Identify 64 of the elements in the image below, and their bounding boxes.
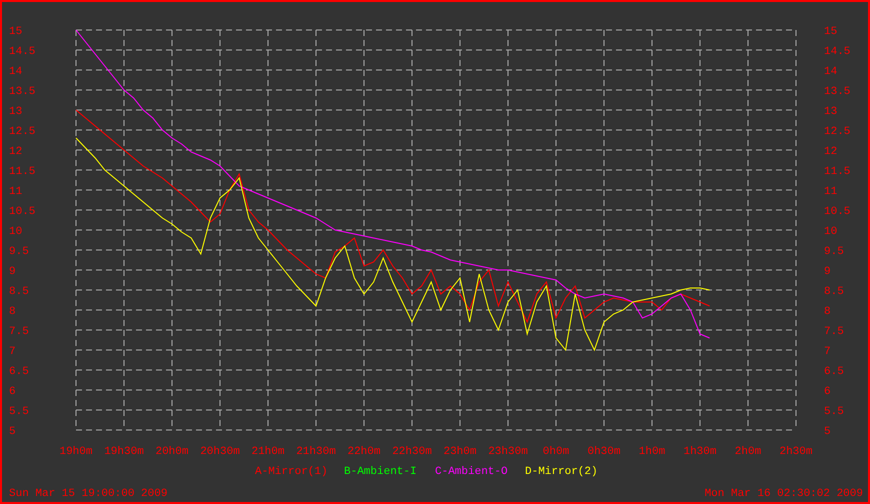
axis-label: 9	[9, 266, 16, 278]
legend-label: C-Ambient-O	[435, 466, 508, 478]
axis-label: 0h0m	[542, 446, 570, 458]
axis-label: 6	[9, 386, 16, 398]
axis-label: 21h0m	[252, 446, 284, 458]
axis-label: 10	[9, 226, 22, 238]
axis-label: 14.5	[9, 46, 36, 58]
axis-label: 6.5	[9, 366, 29, 378]
axis-label: 0h30m	[588, 446, 620, 458]
axis-label: 19h0m	[60, 446, 92, 458]
axis-label: 6	[824, 386, 831, 398]
axis-label: 9	[824, 266, 831, 278]
axis-label: 15	[824, 26, 838, 38]
axis-label: 20h30m	[200, 446, 240, 458]
axis-label: 23h30m	[488, 446, 528, 458]
axis-label: 1h30m	[684, 446, 716, 458]
axis-label: 12	[824, 146, 838, 158]
axis-label: 11	[824, 186, 838, 198]
axis-label: 14	[824, 66, 838, 78]
axis-label: 14.5	[824, 46, 850, 58]
axis-label: 5.5	[824, 406, 844, 418]
axis-label: 8.5	[824, 286, 844, 298]
axis-label: 15	[9, 26, 22, 38]
axis-label: 13	[824, 106, 838, 118]
axis-label: 13.5	[9, 86, 36, 98]
axis-label: 19h30m	[104, 446, 144, 458]
axis-label: 13.5	[824, 86, 850, 98]
axis-label: 12.5	[9, 126, 36, 138]
axis-label: 10.5	[824, 206, 850, 218]
axis-label: 2h0m	[734, 446, 762, 458]
axis-label: 23h0m	[444, 446, 476, 458]
axis-label: 1h0m	[638, 446, 666, 458]
axis-label: 11	[9, 186, 22, 198]
axis-label: 8	[824, 306, 831, 318]
legend-label: B-Ambient-I	[344, 466, 417, 478]
axis-label: 7.5	[824, 326, 844, 338]
start-time: Sun Mar 15 19:00:00 2009	[9, 488, 168, 500]
axis-label: 5	[824, 426, 831, 438]
axis-label: 10	[824, 226, 838, 238]
axis-label: 22h0m	[348, 446, 380, 458]
axis-label: 2h30m	[780, 446, 812, 458]
axis-label: 7	[9, 346, 16, 358]
axis-label: 7.5	[9, 326, 29, 338]
axis-label: 21h30m	[296, 446, 336, 458]
axis-label: 12	[9, 146, 22, 158]
legend-label: D-Mirror(2)	[525, 466, 598, 478]
end-time: Mon Mar 16 02:30:02 2009	[704, 488, 863, 500]
axis-label: 11.5	[9, 166, 36, 178]
legend-label: A-Mirror(1)	[255, 466, 328, 478]
axis-label: 11.5	[824, 166, 850, 178]
axis-label: 12.5	[824, 126, 850, 138]
axis-label: 6.5	[824, 366, 844, 378]
axis-label: 5	[9, 426, 16, 438]
axis-label: 8	[9, 306, 16, 318]
axis-label: 9.5	[9, 246, 29, 258]
axis-label: 10.5	[9, 206, 36, 218]
axis-label: 8.5	[9, 286, 29, 298]
axis-label: 13	[9, 106, 22, 118]
axis-label: 9.5	[824, 246, 844, 258]
axis-label: 5.5	[9, 406, 29, 418]
axis-label: 22h30m	[392, 446, 432, 458]
axis-label: 20h0m	[156, 446, 188, 458]
axis-label: 7	[824, 346, 831, 358]
axis-label: 14	[9, 66, 22, 78]
